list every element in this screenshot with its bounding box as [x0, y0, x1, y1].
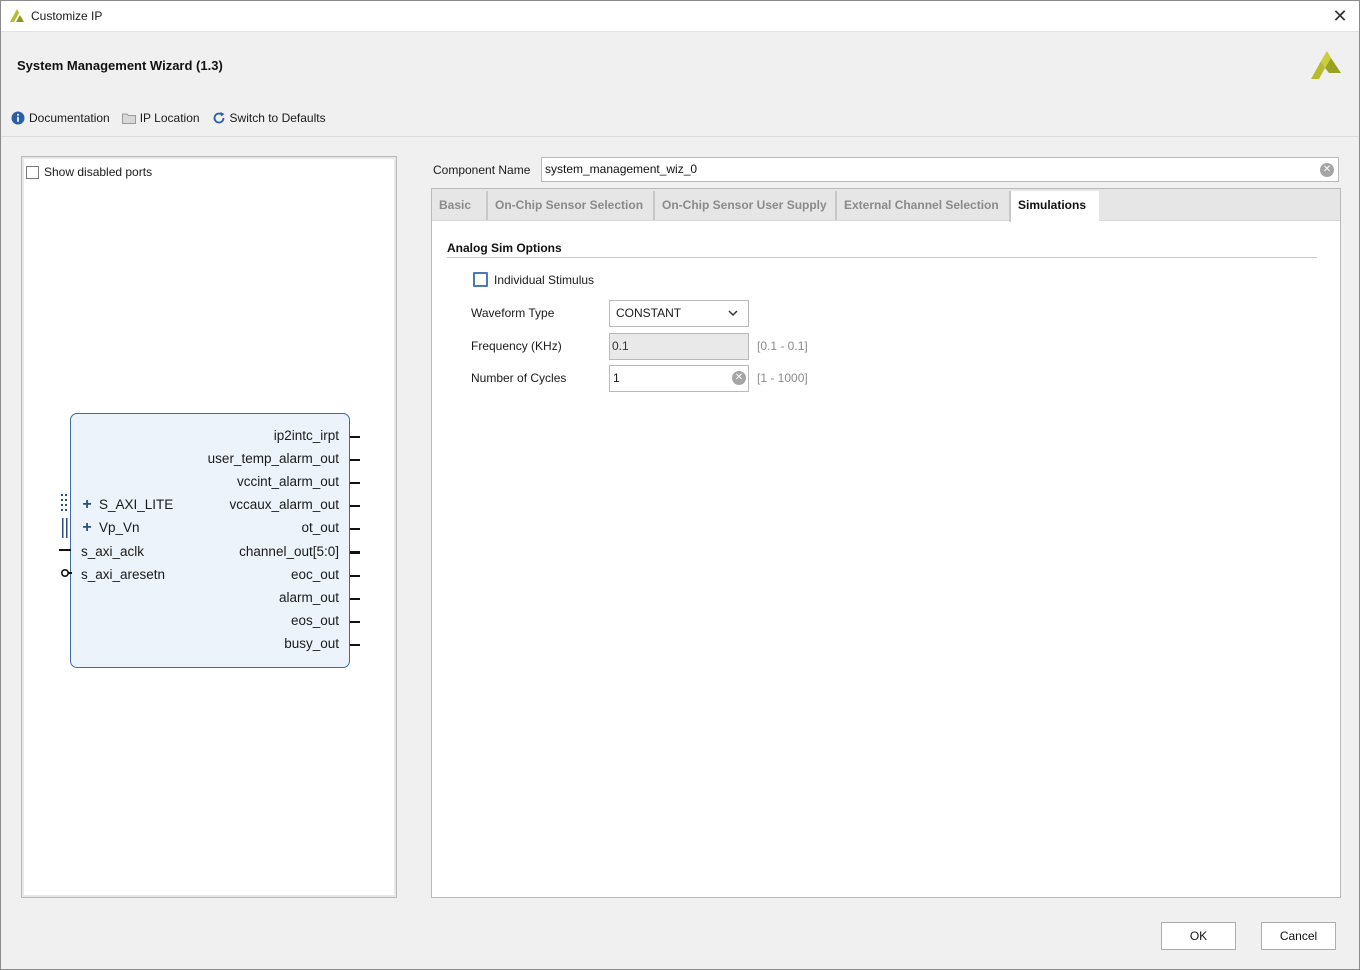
- port-label-out: vccint_alarm_out: [236, 474, 339, 489]
- analog-sim-options-heading: Analog Sim Options: [447, 241, 562, 255]
- port-label-in: s_axi_aresetn: [81, 567, 166, 582]
- port-label-out: vccaux_alarm_out: [229, 497, 339, 512]
- number-of-cycles-value: 1: [613, 371, 620, 385]
- refresh-icon: [213, 112, 225, 124]
- port-label-in: S_AXI_LITE: [99, 497, 174, 512]
- port-label-out: alarm_out: [278, 590, 339, 605]
- toolbar: Documentation IP Location Switch to Defa…: [11, 109, 338, 127]
- show-disabled-ports-checkbox[interactable]: Show disabled ports: [26, 165, 152, 179]
- port-label-in: s_axi_aclk: [81, 544, 145, 559]
- waveform-type-value: CONSTANT: [616, 306, 682, 320]
- tab-on-chip-sensor-selection[interactable]: On-Chip Sensor Selection: [486, 191, 653, 220]
- component-name-input[interactable]: system_management_wiz_0: [541, 157, 1339, 182]
- ip-block-symbol: ip2intc_irpt user_temp_alarm_out vccint_…: [70, 413, 360, 668]
- clear-input-icon[interactable]: ✕: [732, 371, 746, 385]
- output-bus-pin[interactable]: [350, 551, 360, 554]
- ok-button[interactable]: OK: [1161, 922, 1236, 950]
- port-label-out: eoc_out: [290, 567, 339, 582]
- output-pin[interactable]: [350, 528, 360, 530]
- tab-basic[interactable]: Basic: [432, 191, 486, 220]
- output-pin[interactable]: [350, 575, 360, 577]
- individual-stimulus-checkbox[interactable]: Individual Stimulus: [473, 272, 594, 287]
- output-pin[interactable]: [350, 459, 360, 461]
- documentation-label: Documentation: [29, 111, 110, 125]
- checkbox-box[interactable]: [473, 272, 488, 287]
- wizard-header: System Management Wizard (1.3) Documenta…: [1, 33, 1359, 137]
- output-pin[interactable]: [350, 644, 360, 646]
- output-pin[interactable]: [350, 505, 360, 507]
- frequency-input: 0.1: [609, 333, 749, 360]
- waveform-type-label: Waveform Type: [471, 306, 555, 320]
- expand-plus-icon[interactable]: +: [81, 497, 93, 513]
- port-label-out: ip2intc_irpt: [273, 428, 339, 443]
- tab-external-channel-selection[interactable]: External Channel Selection: [835, 191, 1009, 220]
- documentation-button[interactable]: Documentation: [11, 111, 110, 125]
- show-disabled-ports-label: Show disabled ports: [44, 165, 153, 179]
- output-pin[interactable]: [350, 621, 360, 623]
- port-label-out: busy_out: [284, 636, 339, 651]
- component-name-label: Component Name: [433, 163, 531, 177]
- info-icon: [11, 111, 25, 125]
- folder-icon: [121, 113, 136, 124]
- component-name-row: Component Name system_management_wiz_0 ✕: [433, 157, 1341, 183]
- tab-bar: Basic On-Chip Sensor Selection On-Chip S…: [432, 189, 1340, 222]
- output-pin[interactable]: [350, 436, 360, 438]
- port-label-out: channel_out[5:0]: [239, 544, 339, 559]
- expand-plus-icon[interactable]: +: [81, 520, 93, 536]
- tab-on-chip-sensor-user-supply[interactable]: On-Chip Sensor User Supply: [653, 191, 835, 220]
- cancel-button[interactable]: Cancel: [1261, 922, 1336, 950]
- interface-port-vp-vn[interactable]: + Vp_Vn: [81, 520, 140, 536]
- output-pin[interactable]: [350, 598, 360, 600]
- port-label-in: Vp_Vn: [99, 520, 140, 535]
- ip-location-label: IP Location: [139, 111, 200, 125]
- port-label-out: eos_out: [290, 613, 339, 628]
- individual-stimulus-label: Individual Stimulus: [494, 272, 595, 287]
- window-title: Customize IP: [31, 9, 103, 23]
- wizard-title: System Management Wizard (1.3): [17, 58, 223, 73]
- left-pins-graphic: [59, 494, 72, 578]
- section-divider: [447, 257, 1317, 258]
- vivado-app-icon: [10, 9, 24, 22]
- port-label-out: user_temp_alarm_out: [207, 451, 339, 466]
- frequency-label: Frequency (KHz): [471, 339, 562, 353]
- chevron-down-icon: [728, 310, 738, 317]
- port-label-out: ot_out: [301, 520, 339, 535]
- xilinx-logo-icon: [1311, 51, 1341, 79]
- config-tab-pane: Basic On-Chip Sensor Selection On-Chip S…: [431, 188, 1341, 898]
- switch-to-defaults-label: Switch to Defaults: [229, 111, 326, 125]
- tab-simulations[interactable]: Simulations: [1009, 191, 1099, 222]
- interface-port-s-axi-lite[interactable]: + S_AXI_LITE: [81, 497, 174, 513]
- checkbox-box[interactable]: [26, 165, 39, 179]
- title-bar: Customize IP ✕: [1, 1, 1359, 32]
- waveform-type-select[interactable]: CONSTANT: [609, 300, 749, 327]
- ip-location-button[interactable]: IP Location: [121, 111, 200, 125]
- number-of-cycles-range: [1 - 1000]: [757, 371, 808, 385]
- close-icon[interactable]: ✕: [1329, 5, 1351, 27]
- switch-to-defaults-button[interactable]: Switch to Defaults: [212, 111, 326, 125]
- output-pin[interactable]: [350, 482, 360, 484]
- number-of-cycles-input[interactable]: 1: [609, 365, 749, 392]
- ip-symbol-panel: Show disabled ports ip2intc_irpt user_te…: [21, 156, 397, 898]
- customize-ip-window: Customize IP ✕ System Management Wizard …: [0, 0, 1360, 970]
- number-of-cycles-label: Number of Cycles: [471, 371, 567, 385]
- frequency-range: [0.1 - 0.1]: [757, 339, 808, 353]
- clear-input-icon[interactable]: ✕: [1320, 163, 1334, 177]
